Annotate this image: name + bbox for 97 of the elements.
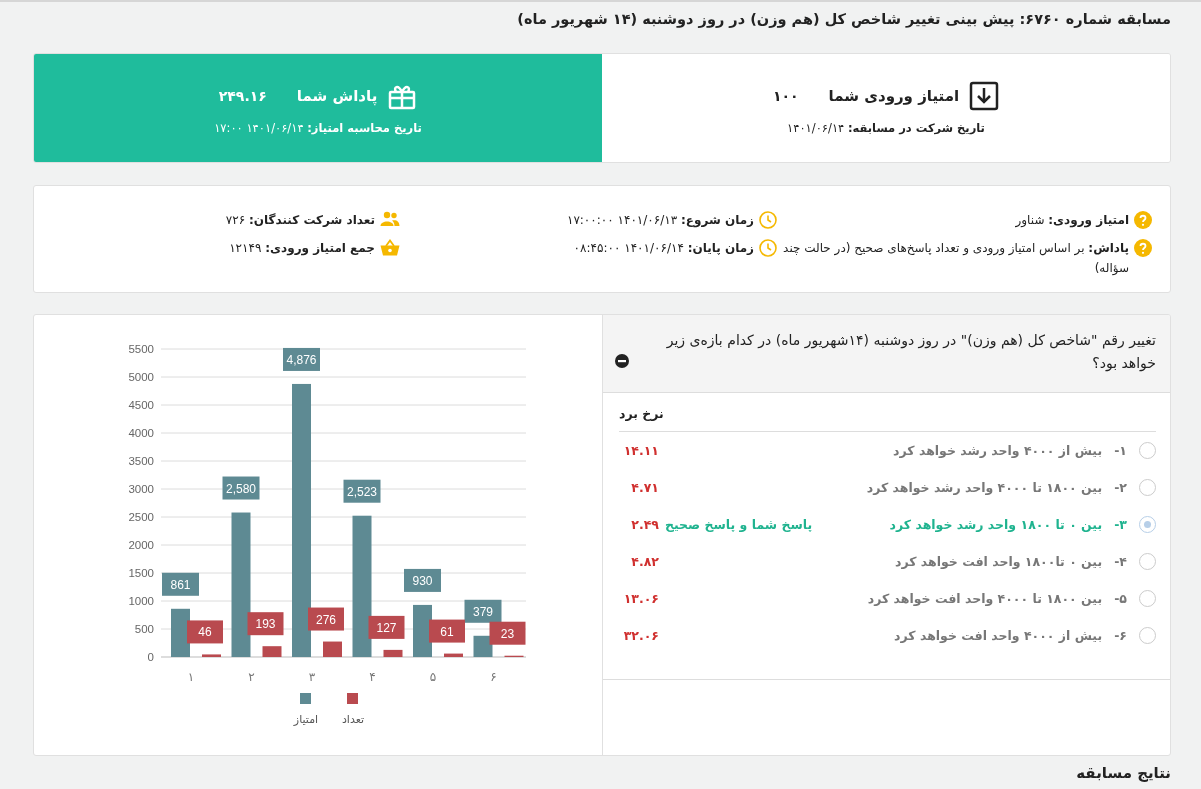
win-rate: ۴.۷۱: [630, 480, 659, 495]
axis-tick-label: 1500: [128, 567, 154, 579]
axis-category-label: ۴: [369, 670, 376, 684]
data-label: 276: [315, 612, 337, 627]
answer-note: پاسخ شما و پاسخ صحیح: [665, 517, 813, 532]
axis-tick-label: 4000: [128, 427, 154, 439]
option-text: بیش از ۴۰۰۰ واحد رشد خواهد کرد: [893, 443, 1103, 458]
option-text: بین ۱۸۰۰ تا ۴۰۰۰ واحد رشد خواهد کرد: [866, 480, 1103, 495]
entry-value: ۱۰۰: [772, 88, 799, 104]
bar: [262, 646, 282, 657]
data-label: 127: [368, 615, 405, 639]
reward-label: پاداش شما: [296, 87, 378, 105]
data-label: 379: [472, 604, 494, 619]
axis-tick-label: 3500: [128, 455, 154, 467]
entry-date: تاریخ شرکت در مسابقه: ۱۴۰۱/۰۶/۱۴: [787, 121, 985, 135]
data-label: 46: [198, 625, 212, 640]
win-rate: ۱۴.۱۱: [622, 443, 659, 458]
legend-swatch: [347, 693, 358, 704]
option-number: -۴: [1114, 554, 1127, 569]
info-text: زمان شروع: ۱۴۰۱/۰۶/۱۳ ۱۷:۰۰:۰۰: [566, 212, 754, 230]
option-number: -۶: [1114, 628, 1127, 643]
data-label: 4,876: [283, 347, 320, 371]
data-label: 61: [440, 624, 454, 639]
data-label: 930: [412, 573, 433, 588]
info-text: پاداش: بر اساس امتیاز ورودی و تعداد پاسخ‌های صحیح (در حالت چند سؤاله): [782, 240, 1129, 277]
data-label: 127: [376, 620, 397, 635]
option-text: بین ۰ تا ۱۸۰۰ واحد رشد خواهد کرد: [889, 517, 1103, 532]
win-rate: ۱۳.۰۶: [622, 591, 659, 606]
entry-label: امتیاز ورودی شما: [828, 87, 960, 105]
info-text: زمان پایان: ۱۴۰۱/۰۶/۱۴ ۰۸:۴۵:۰۰: [573, 240, 754, 257]
axis-tick-label: 500: [134, 623, 154, 635]
reward-date: تاریخ محاسبه امتیاز: ۱۴۰۱/۰۶/۱۴ ۱۷:۰۰: [214, 121, 422, 135]
option-number: -۵: [1114, 591, 1127, 606]
page-title: مسابقه شماره ۶۷۶۰: پیش بینی تغییر شاخص کل (هم وزن) در روز دوشنبه (۱۴ شهریور ماه): [516, 10, 1171, 30]
column-header: نرخ برد: [619, 393, 1156, 432]
data-label: 4,876: [286, 352, 317, 367]
option-number: -۳: [1114, 517, 1127, 532]
download-icon: [969, 81, 1000, 111]
bar: [171, 608, 190, 657]
axis-category-label: ۱: [187, 670, 195, 684]
bar: [444, 653, 463, 657]
data-label: 276: [308, 607, 344, 631]
data-label: 61: [429, 619, 465, 643]
legend-label: امتیاز: [293, 713, 319, 726]
data-label: 861: [170, 577, 191, 592]
axis-tick-label: 0: [147, 651, 154, 663]
question-text: تغییر رقم "شاخص کل (هم وزن)" در روز دوشنبه (۱۴شهریور ماه) در کدام بازه‌ی زیر خواهد بود؟: [665, 331, 1156, 374]
axis-tick-label: 5000: [128, 371, 154, 383]
data-label: 2,523: [346, 484, 378, 499]
bar: [473, 635, 493, 657]
option-number: -۲: [1114, 480, 1127, 495]
option-text: بیش از ۴۰۰۰ واحد افت خواهد کرد: [894, 628, 1103, 643]
legend-swatch: [300, 693, 311, 704]
data-label: 46: [187, 620, 223, 644]
bar: [202, 654, 221, 657]
data-label: 193: [247, 612, 284, 636]
axis-category-label: ۵: [429, 670, 437, 684]
data-label: 930: [404, 568, 441, 592]
axis-tick-label: 3000: [128, 483, 154, 495]
axis-category-label: ۳: [308, 670, 316, 684]
data-label: 23: [489, 621, 526, 645]
help-icon: [1134, 239, 1152, 257]
data-label: 2,523: [343, 479, 381, 503]
basket-icon: [380, 239, 400, 256]
axis-tick-label: 1000: [128, 595, 154, 607]
axis-tick-label: 4500: [128, 399, 154, 411]
clock-icon: [759, 211, 777, 229]
collapse-icon[interactable]: [615, 353, 629, 368]
data-label: 379: [464, 599, 502, 623]
axis-category-label: ۲: [248, 670, 255, 684]
info-text: جمع امتیاز ورودی: ۱۲۱۴۹: [229, 240, 375, 258]
win-rate: ۲.۴۹: [630, 517, 659, 532]
reward-value: ۲۴۹.۱۶: [218, 88, 267, 104]
option-text: بین ۱۸۰۰ تا ۴۰۰۰ واحد افت خواهد کرد: [867, 591, 1103, 606]
data-label: 23: [500, 626, 515, 641]
data-label: 861: [162, 572, 199, 596]
people-icon: [380, 211, 400, 227]
bar: [323, 641, 342, 657]
axis-category-label: ۶: [490, 670, 497, 684]
info-text: تعداد شرکت کنندگان: ۷۲۶: [225, 212, 375, 229]
win-rate: ۳۲.۰۶: [622, 628, 659, 643]
legend-label: تعداد: [341, 713, 365, 726]
data-label: 2,580: [222, 476, 260, 500]
axis-tick-label: 5500: [128, 343, 154, 355]
section-heading: نتایج مسابقه: [1075, 763, 1171, 783]
axis-tick-label: 2500: [128, 511, 154, 523]
data-label: 2,580: [225, 481, 257, 496]
info-text: امتیاز ورودی: شناور: [1015, 212, 1129, 230]
bar: [413, 604, 432, 657]
win-rate: ۴.۸۲: [630, 554, 659, 569]
axis-tick-label: 2000: [128, 539, 154, 551]
data-label: 193: [255, 617, 276, 632]
bar: [383, 649, 403, 657]
option-number: -۱: [1114, 443, 1127, 458]
help-icon: [1134, 211, 1152, 229]
clock-icon: [759, 239, 777, 257]
option-text: بین ۰ تا۱۸۰۰ واحد افت خواهد کرد: [894, 554, 1103, 569]
